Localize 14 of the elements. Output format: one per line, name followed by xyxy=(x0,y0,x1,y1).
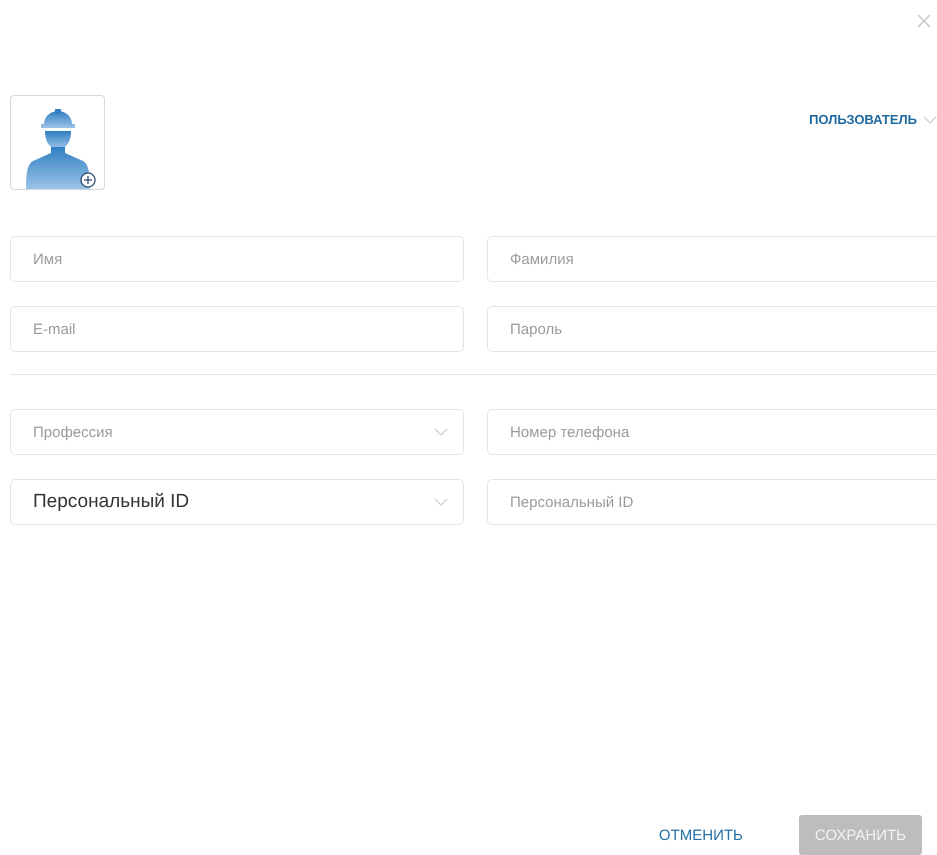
input-field[interactable]: Фамилия xyxy=(487,236,937,282)
cancel-button[interactable]: ОТМЕНИТЬ xyxy=(642,815,759,855)
chevron-down-icon xyxy=(923,116,937,124)
dropdown-field[interactable]: Персональный ID xyxy=(10,479,464,525)
input-field[interactable]: Номер телефона xyxy=(487,409,937,455)
chevron-down-icon xyxy=(434,428,448,436)
avatar-upload[interactable] xyxy=(10,95,105,190)
input-field[interactable]: Пароль xyxy=(487,306,937,352)
input-field[interactable]: Имя xyxy=(10,236,464,282)
dropdown-field[interactable]: Профессия xyxy=(10,409,464,455)
role-dropdown[interactable]: ПОЛЬЗОВАТЕЛЬ xyxy=(809,112,937,127)
input-field[interactable]: Персональный ID xyxy=(487,479,937,525)
chevron-down-icon xyxy=(434,498,448,506)
input-field[interactable]: E-mail xyxy=(10,306,464,352)
